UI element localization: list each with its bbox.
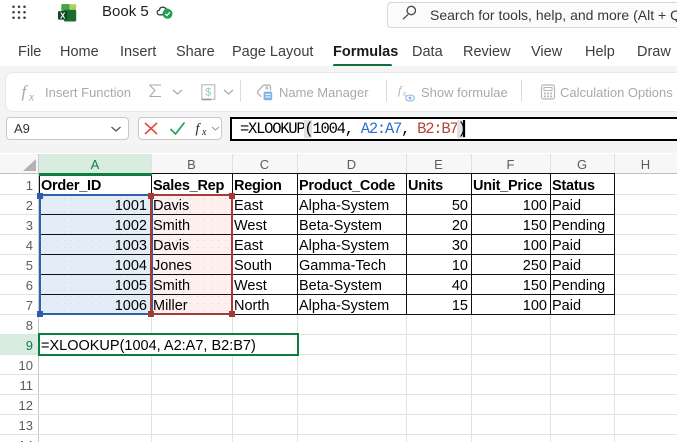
svg-text:f: f: [196, 122, 202, 137]
svg-text:X: X: [60, 11, 66, 20]
svg-text:f: f: [22, 83, 29, 101]
svg-text:x: x: [28, 92, 35, 103]
svg-text:$: $: [205, 87, 211, 99]
svg-text:x: x: [201, 127, 207, 136]
